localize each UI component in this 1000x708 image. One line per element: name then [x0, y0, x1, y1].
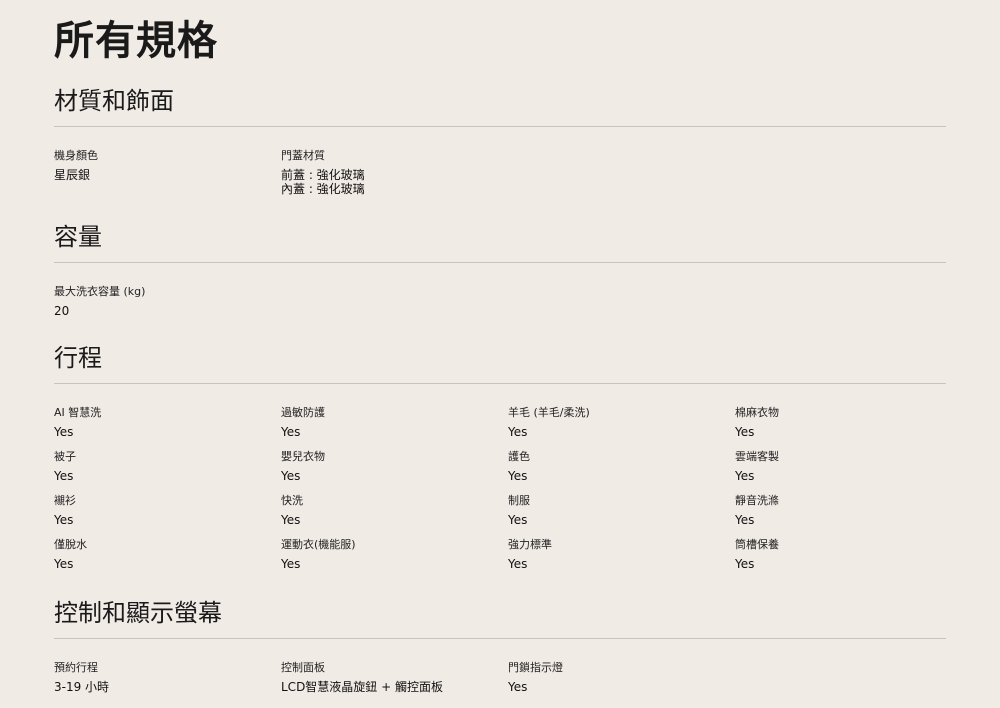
spec-value: Yes — [281, 557, 301, 571]
spec-value: Yes — [735, 469, 755, 483]
spec-value: Yes — [54, 469, 74, 483]
section-title: 材質和飾面 — [54, 87, 174, 115]
spec-item-delay-start: 預約行程 3-19 小時 — [54, 661, 281, 699]
spec-label: 僅脫水 — [54, 538, 87, 551]
spec-grid: 預約行程 3-19 小時 控制面板 LCD智慧液晶旋鈕 + 觸控面板 門鎖指示燈… — [54, 661, 946, 699]
spec-item-bedding: 被子 Yes — [54, 450, 281, 488]
spec-item-baby-clothes: 嬰兒衣物 Yes — [281, 450, 508, 488]
spec-item-uniform: 制服 Yes — [508, 494, 735, 532]
spec-label: 嬰兒衣物 — [281, 450, 325, 463]
spec-value: Yes — [508, 680, 528, 694]
page-title: 所有規格 — [54, 18, 218, 64]
spec-value-line: 20 — [54, 304, 70, 318]
section-title: 容量 — [54, 223, 102, 251]
spec-label: 控制面板 — [281, 661, 325, 674]
spec-value-line: 星辰銀 — [54, 168, 91, 182]
section-title: 控制和顯示螢幕 — [54, 599, 222, 627]
spec-label: 被子 — [54, 450, 76, 463]
spec-value-line: 內蓋 : 強化玻璃 — [281, 182, 365, 196]
spec-grid: 機身顏色 星辰銀 門蓋材質 前蓋 : 強化玻璃 內蓋 : 強化玻璃 — [54, 149, 946, 196]
spec-item-door-material: 門蓋材質 前蓋 : 強化玻璃 內蓋 : 強化玻璃 — [281, 149, 508, 196]
spec-value: 20 — [54, 304, 281, 318]
spec-value: Yes — [735, 513, 755, 527]
section-controls-display: 控制和顯示螢幕 預約行程 3-19 小時 控制面板 LCD智慧液晶旋鈕 + 觸控… — [54, 597, 946, 699]
spec-item-shirts: 襯衫 Yes — [54, 494, 281, 532]
spec-item-color-care: 護色 Yes — [508, 450, 735, 488]
spec-item-heavy-duty: 強力標準 Yes — [508, 538, 735, 576]
section-title: 行程 — [54, 344, 102, 372]
section-capacity: 容量 最大洗衣容量 (kg) 20 — [54, 221, 946, 323]
spec-label: 最大洗衣容量 (kg) — [54, 285, 146, 298]
spec-label: 強力標準 — [508, 538, 552, 551]
spec-label: 制服 — [508, 494, 530, 507]
spec-label: 羊毛 (羊毛/柔洗) — [508, 406, 590, 419]
section-materials: 材質和飾面 機身顏色 星辰銀 門蓋材質 前蓋 : 強化玻璃 內蓋 : 強化玻璃 — [54, 85, 946, 196]
spec-value: LCD智慧液晶旋鈕 + 觸控面板 — [281, 680, 443, 694]
section-divider — [54, 262, 946, 263]
spec-item-control-panel: 控制面板 LCD智慧液晶旋鈕 + 觸控面板 — [281, 661, 508, 699]
spec-value: Yes — [735, 425, 755, 439]
section-programs: 行程 AI 智慧洗 Yes 過敏防護 Yes 羊毛 (羊毛/柔洗) Yes 棉麻… — [54, 342, 946, 576]
spec-label: 棉麻衣物 — [735, 406, 779, 419]
spec-item-cotton-linen: 棉麻衣物 Yes — [735, 406, 946, 444]
spec-label: 襯衫 — [54, 494, 76, 507]
spec-item-door-lock-indicator: 門鎖指示燈 Yes — [508, 661, 735, 699]
spec-label: 靜音洗滌 — [735, 494, 779, 507]
spec-value: 3-19 小時 — [54, 680, 110, 694]
section-divider — [54, 638, 946, 639]
spec-label: AI 智慧洗 — [54, 406, 102, 419]
spec-grid: 最大洗衣容量 (kg) 20 — [54, 285, 946, 323]
spec-value: Yes — [735, 557, 755, 571]
spec-label: 筒槽保養 — [735, 538, 779, 551]
spec-value: Yes — [281, 513, 301, 527]
spec-item-tub-clean: 筒槽保養 Yes — [735, 538, 946, 576]
spec-value: Yes — [281, 425, 301, 439]
spec-value: Yes — [281, 469, 301, 483]
spec-value-line: 前蓋 : 強化玻璃 — [281, 168, 365, 182]
spec-item-max-capacity: 最大洗衣容量 (kg) 20 — [54, 285, 281, 323]
spec-label: 預約行程 — [54, 661, 98, 674]
spec-page: 所有規格 材質和飾面 機身顏色 星辰銀 門蓋材質 前蓋 : 強化玻璃 內蓋 : … — [0, 0, 1000, 708]
spec-value: Yes — [508, 425, 528, 439]
spec-label: 護色 — [508, 450, 530, 463]
spec-grid: AI 智慧洗 Yes 過敏防護 Yes 羊毛 (羊毛/柔洗) Yes 棉麻衣物 … — [54, 406, 946, 576]
spec-value: Yes — [508, 469, 528, 483]
spec-item-body-color: 機身顏色 星辰銀 — [54, 149, 281, 187]
spec-item-quick-wash: 快洗 Yes — [281, 494, 508, 532]
section-divider — [54, 126, 946, 127]
spec-label: 門鎖指示燈 — [508, 661, 563, 674]
spec-label: 門蓋材質 — [281, 149, 325, 162]
spec-item-cloud-custom: 雲端客製 Yes — [735, 450, 946, 488]
spec-item-quiet-wash: 靜音洗滌 Yes — [735, 494, 946, 532]
spec-item-spin-only: 僅脫水 Yes — [54, 538, 281, 576]
spec-label: 快洗 — [281, 494, 303, 507]
spec-label: 雲端客製 — [735, 450, 779, 463]
spec-value: Yes — [54, 557, 74, 571]
spec-value: Yes — [508, 513, 528, 527]
spec-item-ai-wash: AI 智慧洗 Yes — [54, 406, 281, 444]
spec-item-sportswear: 運動衣(機能服) Yes — [281, 538, 508, 576]
spec-value: Yes — [508, 557, 528, 571]
spec-value: Yes — [54, 425, 74, 439]
spec-item-wool: 羊毛 (羊毛/柔洗) Yes — [508, 406, 735, 444]
spec-label: 機身顏色 — [54, 149, 98, 162]
spec-value: 星辰銀 — [54, 168, 281, 182]
spec-label: 過敏防護 — [281, 406, 325, 419]
section-divider — [54, 383, 946, 384]
spec-value: 前蓋 : 強化玻璃 內蓋 : 強化玻璃 — [281, 168, 508, 196]
spec-value: Yes — [54, 513, 74, 527]
spec-label: 運動衣(機能服) — [281, 538, 356, 551]
spec-item-allergy-care: 過敏防護 Yes — [281, 406, 508, 444]
